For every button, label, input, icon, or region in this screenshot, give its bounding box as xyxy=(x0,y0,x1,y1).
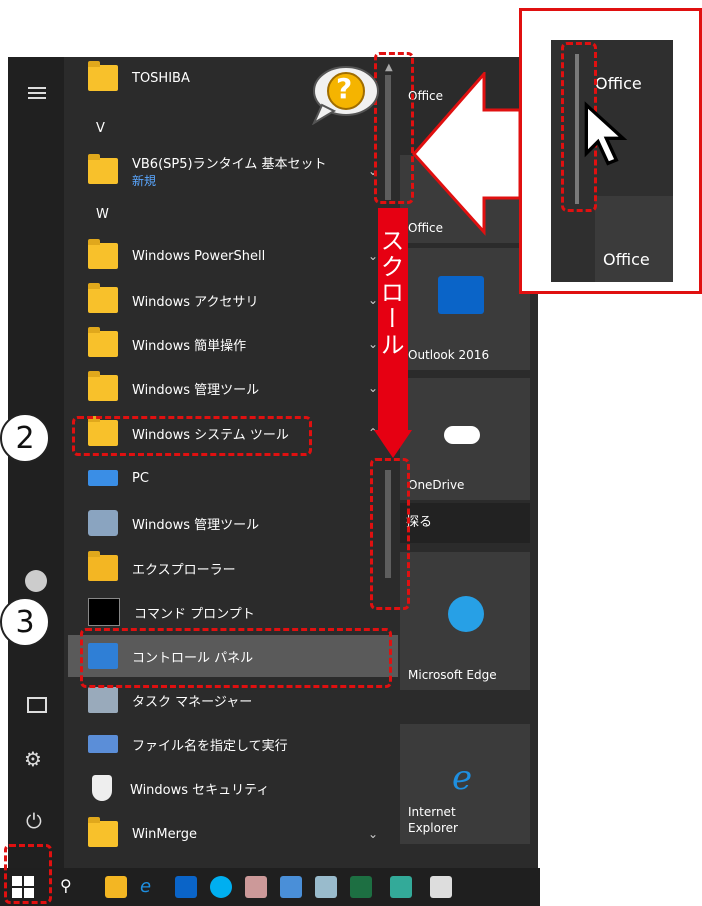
control-panel-highlight xyxy=(80,628,392,688)
file-explorer-icon xyxy=(88,551,118,581)
list-item-label: PC xyxy=(132,470,149,486)
step-number-3: 3 xyxy=(0,597,50,647)
list-item-label: TOSHIBA xyxy=(132,70,190,86)
question-mark: ? xyxy=(336,72,353,105)
file-explorer-icon[interactable] xyxy=(105,876,127,898)
tile-ie[interactable]: e Internet Explorer xyxy=(400,724,530,844)
zoomed-office-label-top: Office xyxy=(595,74,642,93)
list-item-admin-tools-folder[interactable]: Windows 管理ツール ⌄ xyxy=(68,367,398,409)
chevron-down-icon: ⌄ xyxy=(367,827,378,841)
tile-label: OneDrive xyxy=(408,478,465,492)
excel-icon[interactable] xyxy=(350,876,372,898)
power-icon[interactable]: ⏻ xyxy=(26,809,42,833)
section-letter-w[interactable]: W xyxy=(96,207,109,222)
list-item-label: Windows アクセサリ xyxy=(132,294,259,310)
list-item-powershell[interactable]: Windows PowerShell ⌄ xyxy=(68,235,398,277)
tile-edge[interactable]: Microsoft Edge xyxy=(400,552,530,690)
list-item-accessories[interactable]: Windows アクセサリ ⌄ xyxy=(68,279,398,321)
paint-icon[interactable] xyxy=(245,876,267,898)
folder-icon xyxy=(88,283,118,313)
search-icon[interactable]: ⚲ xyxy=(60,876,82,898)
pictures-icon[interactable] xyxy=(27,697,47,713)
list-item-admin-tools[interactable]: Windows 管理ツール xyxy=(68,502,398,544)
list-item-label: ファイル名を指定して実行 xyxy=(132,738,288,754)
list-item-winmerge[interactable]: WinMerge ⌄ xyxy=(68,813,398,855)
outlook-icon[interactable] xyxy=(175,876,197,898)
list-item-label: Windows PowerShell xyxy=(132,248,266,264)
system-tools-highlight xyxy=(72,416,312,456)
tile-label: Microsoft Edge xyxy=(408,668,497,682)
left-rail: ⚙ ⏻ xyxy=(8,57,64,872)
folder-icon xyxy=(88,371,118,401)
taskbar: ⚲ e xyxy=(0,868,540,906)
list-item-run[interactable]: ファイル名を指定して実行 xyxy=(68,723,398,765)
zoom-callout-screenshot: Office Office xyxy=(551,40,673,282)
folder-icon xyxy=(88,327,118,357)
task-manager-icon xyxy=(88,687,118,713)
admin-tools-icon xyxy=(88,510,118,536)
step-number-2: 2 xyxy=(0,413,50,463)
list-item-label: Windows 管理ツール xyxy=(132,382,260,398)
list-item-label: タスク マネージャー xyxy=(132,694,253,710)
folder-icon xyxy=(88,817,118,847)
tile-onedrive[interactable]: OneDrive xyxy=(400,378,530,500)
skype-icon[interactable] xyxy=(210,876,232,898)
run-icon xyxy=(88,735,118,753)
ie-icon[interactable]: e xyxy=(140,876,162,898)
list-item-windows-security[interactable]: Windows セキュリティ xyxy=(68,767,398,809)
list-item-ease-of-access[interactable]: Windows 簡単操作 ⌄ xyxy=(68,323,398,365)
list-item-label: コマンド プロンプト xyxy=(134,606,255,622)
list-item-label: エクスプローラー xyxy=(132,562,236,578)
notepad-icon[interactable] xyxy=(315,876,337,898)
list-item-label: VB6(SP5)ランタイム 基本セット xyxy=(132,157,327,172)
list-item-label: Windows 管理ツール xyxy=(132,517,260,533)
callout-pointer-arrow xyxy=(412,72,522,236)
ie-icon: e xyxy=(452,758,473,798)
scrollbar-top-highlight xyxy=(374,52,414,204)
command-prompt-icon xyxy=(88,598,120,626)
scrollbar-bottom-highlight xyxy=(370,458,410,610)
tile-outlook[interactable]: Outlook 2016 xyxy=(400,248,530,370)
list-item-text: VB6(SP5)ランタイム 基本セット 新規 xyxy=(132,153,326,189)
tile-label-line1: Internet xyxy=(408,805,456,819)
list-item-vb6[interactable]: VB6(SP5)ランタイム 基本セット 新規 ⌄ xyxy=(68,145,398,197)
tile-label-wrap: Internet Explorer xyxy=(408,804,458,836)
user-icon[interactable] xyxy=(25,570,47,592)
hamburger-icon[interactable] xyxy=(28,87,46,99)
section-letter-v[interactable]: V xyxy=(96,121,105,136)
app-icon[interactable] xyxy=(280,876,302,898)
gear-icon[interactable]: ⚙ xyxy=(24,747,42,771)
list-item-label: WinMerge xyxy=(132,826,197,842)
outlook-icon xyxy=(438,276,484,314)
folder-icon xyxy=(88,239,118,269)
tile-section-header: 探る xyxy=(400,503,530,543)
start-button-highlight xyxy=(4,844,52,904)
pc-icon xyxy=(88,470,118,486)
folder-icon xyxy=(88,61,118,91)
zoomed-office-tile xyxy=(595,196,673,282)
new-badge: 新規 xyxy=(132,174,157,188)
network-icon[interactable] xyxy=(390,876,412,898)
tile-label-line2: Explorer xyxy=(408,821,458,835)
zoomed-office-label-bottom: Office xyxy=(603,250,650,269)
mouse-cursor-icon xyxy=(584,101,628,166)
cloud-icon xyxy=(444,426,480,444)
list-item-label: Windows 簡単操作 xyxy=(132,338,247,354)
edge-icon xyxy=(448,596,484,632)
list-item-command-prompt[interactable]: コマンド プロンプト xyxy=(68,591,398,633)
tile-label: Outlook 2016 xyxy=(408,348,490,362)
folder-icon xyxy=(88,154,118,184)
list-item-pc[interactable]: PC xyxy=(68,457,398,499)
scroll-instruction-text: スクロール xyxy=(376,228,404,358)
list-item-explorer[interactable]: エクスプローラー xyxy=(68,547,398,589)
app-list: TOSHIBA V VB6(SP5)ランタイム 基本セット 新規 ⌄ W Win… xyxy=(68,57,408,872)
list-item-label: Windows セキュリティ xyxy=(130,782,270,798)
shield-icon xyxy=(92,775,112,801)
other-app-icon[interactable] xyxy=(430,876,452,898)
